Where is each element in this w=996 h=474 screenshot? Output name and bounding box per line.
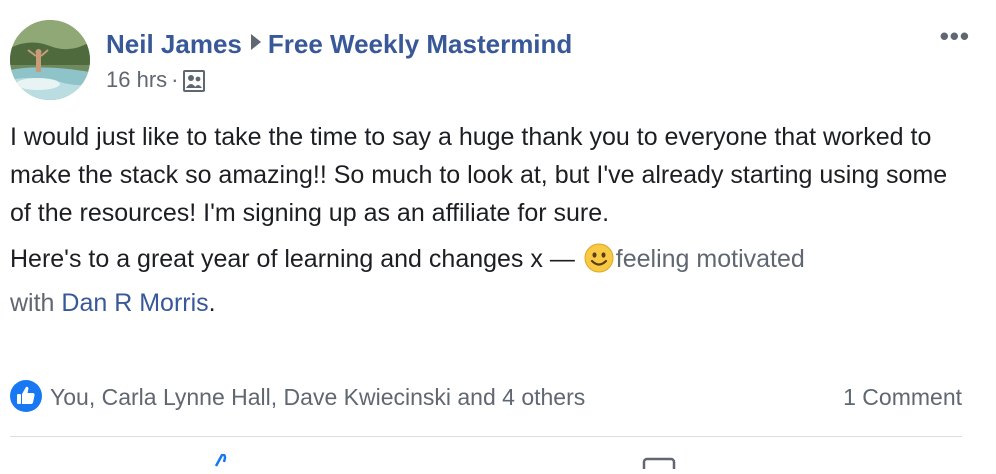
post-paragraph: I would just like to take the time to sa… bbox=[10, 123, 948, 227]
group-name-link[interactable]: Free Weekly Mastermind bbox=[268, 29, 572, 59]
like-action-icon[interactable] bbox=[210, 453, 232, 473]
reactions-bar: You, Carla Lynne Hall, Dave Kwiecinski a… bbox=[10, 380, 962, 414]
with-label: with bbox=[10, 289, 55, 317]
feeling-label: feeling motivated bbox=[615, 245, 805, 273]
play-arrow-icon bbox=[250, 26, 262, 58]
like-reaction-icon[interactable] bbox=[10, 380, 42, 417]
meta-separator: · bbox=[171, 67, 179, 92]
feed-post: Neil James Free Weekly Mastermind 16 hrs ·… bbox=[0, 0, 996, 474]
tagged-suffix: . bbox=[208, 289, 216, 317]
tagged-user-link[interactable]: Dan R Morris bbox=[61, 289, 208, 317]
comment-count-link[interactable]: 1 Comment bbox=[843, 382, 962, 412]
group-audience-icon[interactable] bbox=[182, 69, 206, 100]
comment-action-icon[interactable] bbox=[642, 456, 676, 474]
post-body: I would just like to take the time to sa… bbox=[10, 118, 970, 330]
author-avatar[interactable] bbox=[10, 20, 90, 100]
closing-line: Here's to a great year of learning and c… bbox=[10, 245, 575, 273]
avatar-photo bbox=[10, 20, 90, 100]
more-options-button[interactable]: ••• bbox=[940, 23, 970, 49]
post-action-bar bbox=[10, 446, 962, 474]
post-header: Neil James Free Weekly Mastermind bbox=[106, 26, 572, 60]
smiley-emoji-icon bbox=[584, 243, 614, 284]
author-name-link[interactable]: Neil James bbox=[106, 29, 242, 59]
post-paragraph-feeling: Here's to a great year of learning and c… bbox=[10, 240, 970, 322]
post-meta: 16 hrs · bbox=[106, 66, 206, 100]
timestamp-link[interactable]: 16 hrs bbox=[106, 67, 167, 92]
footer-divider bbox=[10, 436, 962, 437]
reactors-list-link[interactable]: You, Carla Lynne Hall, Dave Kwiecinski a… bbox=[50, 382, 585, 412]
